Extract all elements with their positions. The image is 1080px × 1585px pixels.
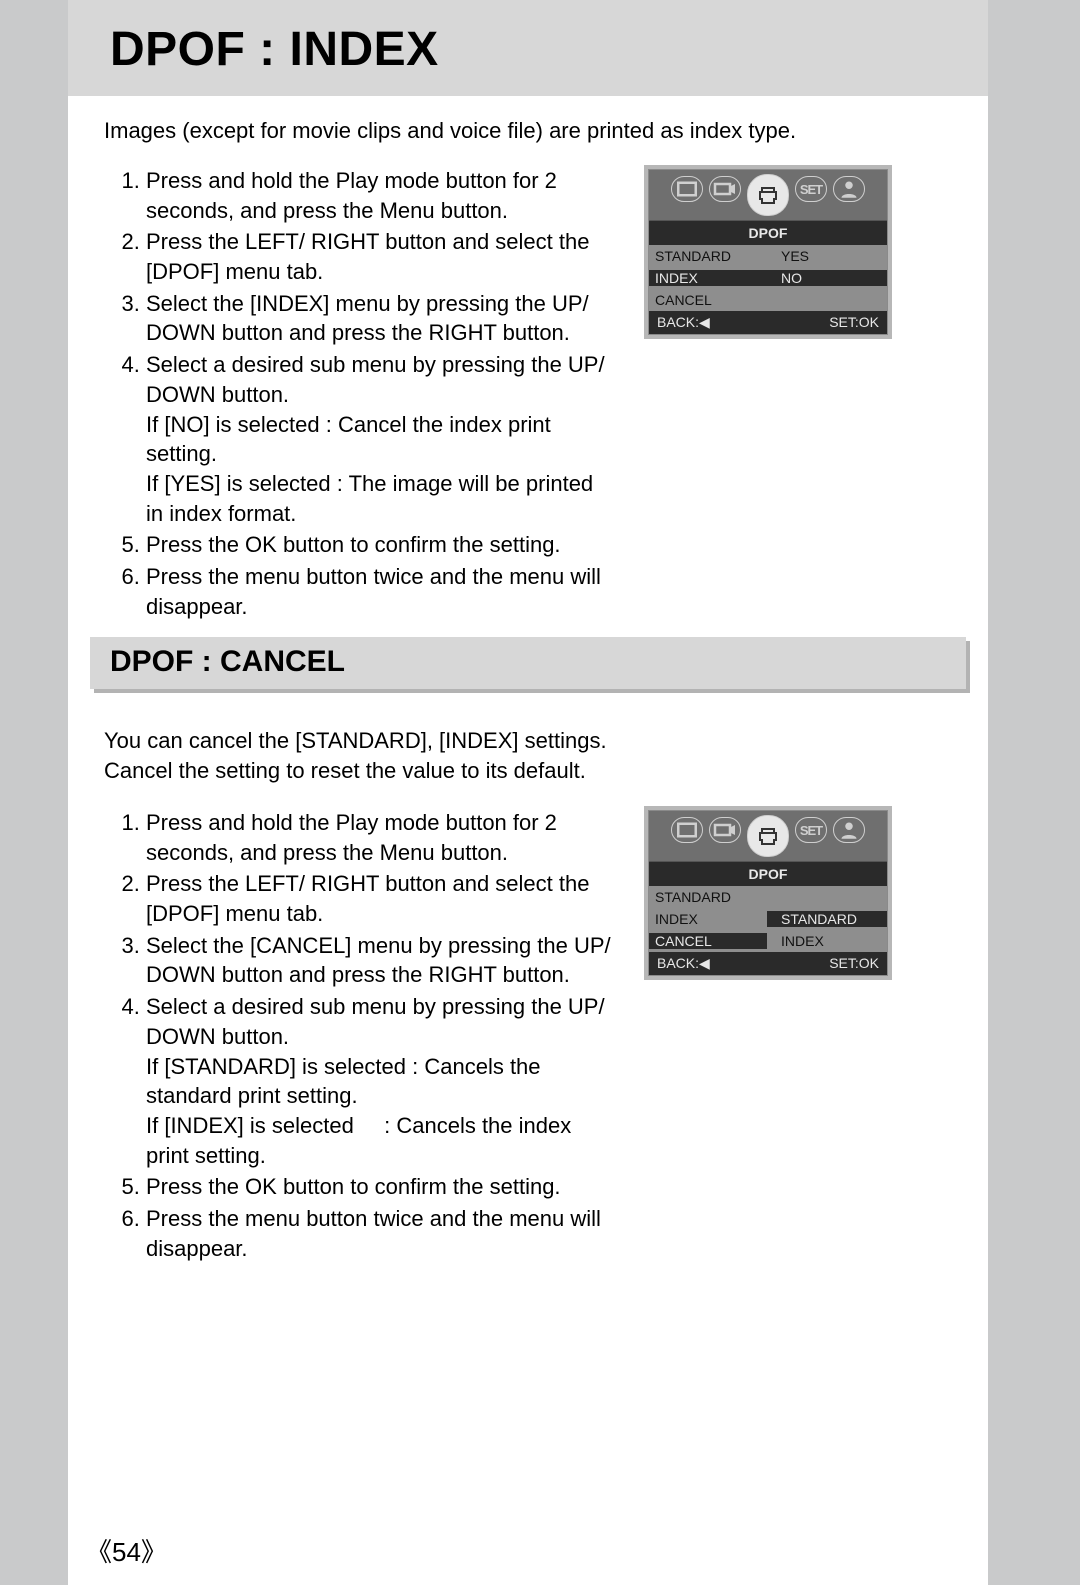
play-tab-icon xyxy=(671,817,703,843)
step: Press and hold the Play mode button for … xyxy=(146,166,614,225)
step: Press the LEFT/ RIGHT button and select … xyxy=(146,227,614,286)
camera-lcd-preview: SET DPOF STANDARD INDEX STANDARD CANCEL … xyxy=(644,806,892,980)
step: Press the menu button twice and the menu… xyxy=(146,562,614,621)
step: Press the OK button to confirm the setti… xyxy=(146,1172,614,1202)
step: Select the [CANCEL] menu by pressing the… xyxy=(146,931,614,990)
lcd-back-hint: BACK:◀ xyxy=(657,955,710,972)
printer-tab-icon xyxy=(747,174,789,216)
section-header-band: DPOF : INDEX xyxy=(68,0,988,96)
section2-intro-1: You can cancel the [STANDARD], [INDEX] s… xyxy=(104,726,607,756)
lcd-row-selected: INDEX NO xyxy=(649,267,887,289)
printer-tab-icon xyxy=(747,815,789,857)
lcd-back-hint: BACK:◀ xyxy=(657,314,710,331)
manual-page: DPOF : INDEX Images (except for movie cl… xyxy=(68,0,988,1585)
user-tab-icon xyxy=(833,176,865,202)
section2-steps: Press and hold the Play mode button for … xyxy=(104,808,614,1265)
step: Select the [INDEX] menu by pressing the … xyxy=(146,289,614,348)
lcd-row-selected: CANCEL INDEX xyxy=(649,930,887,952)
subopt-label: If [YES] is selected xyxy=(146,469,331,499)
section1-steps: Press and hold the Play mode button for … xyxy=(104,166,614,623)
movie-tab-icon xyxy=(709,817,741,843)
step: Select a desired sub menu by pressing th… xyxy=(146,992,614,1170)
section2-header-band: DPOF : CANCEL xyxy=(90,637,966,689)
lcd-menu-title: DPOF xyxy=(649,861,887,886)
section2-intro-2: Cancel the setting to reset the value to… xyxy=(104,756,586,786)
step: Press and hold the Play mode button for … xyxy=(146,808,614,867)
subopt-label: If [INDEX] is selected xyxy=(146,1111,378,1141)
user-tab-icon xyxy=(833,817,865,843)
subopt-label: If [NO] is selected xyxy=(146,410,320,440)
step: Press the LEFT/ RIGHT button and select … xyxy=(146,869,614,928)
section1-intro: Images (except for movie clips and voice… xyxy=(104,116,796,146)
lcd-row: STANDARD YES xyxy=(649,245,887,267)
set-tab-icon: SET xyxy=(795,817,827,843)
set-tab-icon: SET xyxy=(795,176,827,202)
lcd-set-hint: SET:OK xyxy=(829,955,879,972)
step: Press the menu button twice and the menu… xyxy=(146,1204,614,1263)
camera-lcd-preview: SET DPOF STANDARD YES INDEX NO CANCEL xyxy=(644,165,892,339)
page-number: 《54》 xyxy=(86,1532,167,1569)
play-tab-icon xyxy=(671,176,703,202)
subopt-label: If [STANDARD] is selected xyxy=(146,1052,406,1082)
lcd-row: CANCEL xyxy=(649,289,887,311)
section2-title: DPOF : CANCEL xyxy=(110,645,345,679)
lcd-menu-title: DPOF xyxy=(649,220,887,245)
movie-tab-icon xyxy=(709,176,741,202)
lcd-set-hint: SET:OK xyxy=(829,314,879,331)
step: Select a desired sub menu by pressing th… xyxy=(146,350,614,528)
lcd-row: STANDARD xyxy=(649,886,887,908)
section-title: DPOF : INDEX xyxy=(110,22,439,77)
step: Press the OK button to confirm the setti… xyxy=(146,530,614,560)
lcd-row: INDEX STANDARD xyxy=(649,908,887,930)
